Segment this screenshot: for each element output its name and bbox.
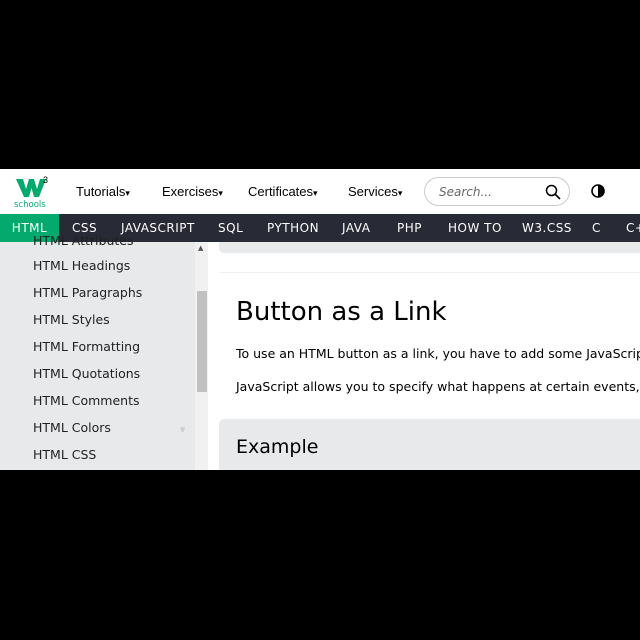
sidebar-item-quotations[interactable]: HTML Quotations xyxy=(33,366,140,381)
sidebar-item-styles[interactable]: HTML Styles xyxy=(33,312,110,327)
dark-mode-toggle-icon[interactable] xyxy=(591,184,605,198)
menu-label: Tutorials xyxy=(76,184,126,199)
tab-w3css[interactable]: W3.CSS xyxy=(522,214,572,242)
tab-cpp[interactable]: C++ xyxy=(626,214,640,242)
main-content: Button as a Link To use an HTML button a… xyxy=(208,242,640,470)
paragraph: To use an HTML button as a link, you hav… xyxy=(236,346,640,361)
sidebar-item-comments[interactable]: HTML Comments xyxy=(33,393,140,408)
tab-python[interactable]: PYTHON xyxy=(267,214,319,242)
caret-down-icon: ▾ xyxy=(397,188,403,198)
sidebar-item-attributes[interactable]: HTML Attributes xyxy=(33,233,133,248)
search-placeholder: Search... xyxy=(439,185,492,199)
menu-services[interactable]: Services▾ xyxy=(348,184,402,199)
menu-label: Services xyxy=(348,184,398,199)
scroll-up-arrow-icon[interactable]: ▲ xyxy=(198,244,203,252)
svg-text:3: 3 xyxy=(43,175,48,185)
sidebar-item-css[interactable]: HTML CSS xyxy=(33,447,96,462)
tab-php[interactable]: PHP xyxy=(397,214,422,242)
search-icon[interactable] xyxy=(545,184,561,200)
tab-c[interactable]: C xyxy=(592,214,601,242)
tab-sql[interactable]: SQL xyxy=(218,214,243,242)
caret-down-icon: ▾ xyxy=(313,188,318,198)
scroll-down-arrow-icon: ▼ xyxy=(180,426,186,434)
tab-how-to[interactable]: HOW TO xyxy=(448,214,502,242)
menu-certificates[interactable]: Certificates▾ xyxy=(248,184,318,199)
sidebar: HTML Attributes HTML Headings HTML Parag… xyxy=(0,233,195,470)
menu-label: Exercises xyxy=(162,184,219,199)
divider xyxy=(219,272,640,273)
caret-down-icon: ▾ xyxy=(125,188,130,198)
sidebar-item-headings[interactable]: HTML Headings xyxy=(33,258,130,273)
menu-exercises[interactable]: Exercises▾ xyxy=(162,184,223,199)
w3schools-logo[interactable]: 3 schools xyxy=(14,175,50,209)
search-input[interactable]: Search... xyxy=(424,177,570,206)
scrollbar-thumb[interactable] xyxy=(197,291,207,392)
paragraph: JavaScript allows you to specify what ha… xyxy=(236,379,640,394)
sidebar-item-formatting[interactable]: HTML Formatting xyxy=(33,339,140,354)
ad-box xyxy=(219,242,640,253)
caret-down-icon: ▾ xyxy=(218,188,223,198)
sidebar-item-paragraphs[interactable]: HTML Paragraphs xyxy=(33,285,142,300)
svg-text:schools: schools xyxy=(14,200,46,209)
example-box: Example xyxy=(219,419,640,470)
browser-viewport: 3 schools Tutorials▾ Exercises▾ Certific… xyxy=(0,169,640,470)
menu-label: Certificates xyxy=(248,184,314,199)
menu-tutorials[interactable]: Tutorials▾ xyxy=(76,184,130,199)
page-title: Button as a Link xyxy=(236,297,447,327)
example-title: Example xyxy=(236,436,319,458)
top-header: 3 schools Tutorials▾ Exercises▾ Certific… xyxy=(0,169,640,214)
sidebar-item-colors[interactable]: HTML Colors xyxy=(33,420,111,435)
tab-java[interactable]: JAVA xyxy=(342,214,370,242)
